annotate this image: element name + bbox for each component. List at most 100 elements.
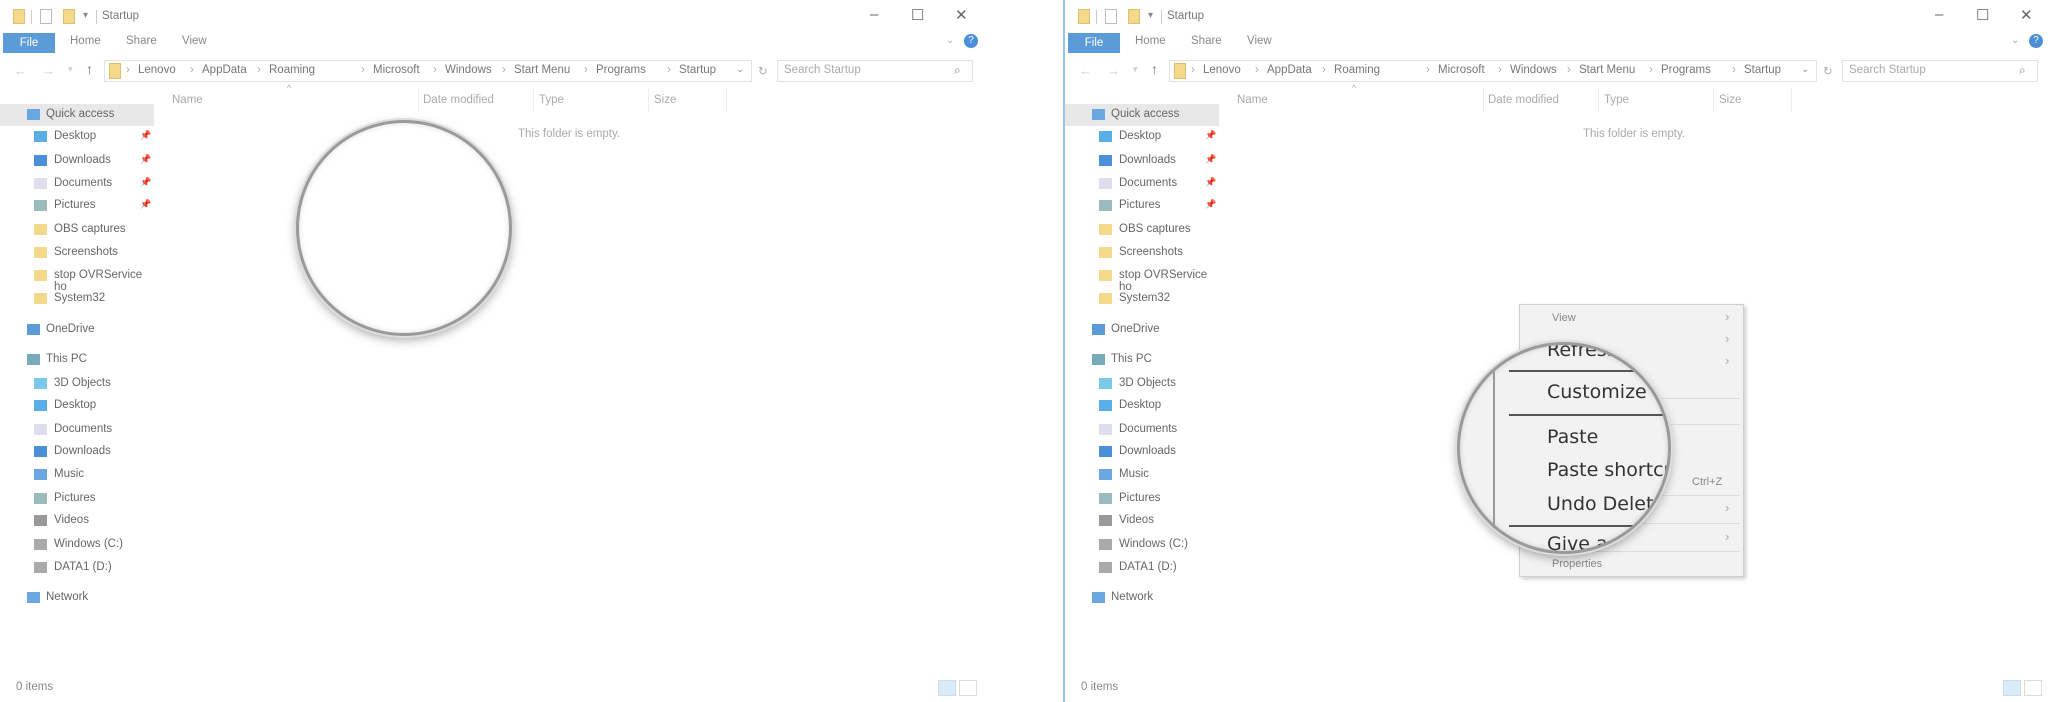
sidebar-item[interactable]: OBS captures: [0, 219, 154, 241]
address-dropdown-icon[interactable]: ⌄: [1801, 64, 1809, 75]
chevron-right-icon[interactable]: ›: [1426, 64, 1430, 76]
refresh-icon[interactable]: ↻: [758, 64, 768, 78]
pin-icon[interactable]: 📌: [1205, 199, 1216, 210]
chevron-right-icon[interactable]: ›: [257, 64, 261, 76]
column-header-size[interactable]: Size: [654, 94, 676, 106]
expand-ribbon-icon[interactable]: ⌄: [946, 35, 954, 46]
breadcrumb-item[interactable]: Lenovo: [1203, 64, 1241, 76]
pin-icon[interactable]: 📌: [1205, 154, 1216, 165]
sidebar-item[interactable]: System32: [1065, 288, 1219, 310]
up-button[interactable]: ↑: [1151, 61, 1158, 77]
sidebar-item[interactable]: Screenshots: [1065, 242, 1219, 264]
chevron-right-icon[interactable]: ›: [361, 64, 365, 76]
sidebar-item[interactable]: Network: [1065, 587, 1219, 609]
chevron-right-icon[interactable]: ›: [1567, 64, 1571, 76]
pin-icon[interactable]: 📌: [140, 154, 151, 165]
sidebar-item[interactable]: Videos: [0, 510, 154, 532]
chevron-right-icon[interactable]: ›: [584, 64, 588, 76]
sidebar-item[interactable]: Pictures 📌: [0, 195, 154, 217]
sidebar-item[interactable]: OneDrive: [0, 319, 154, 341]
tab-file[interactable]: File: [3, 33, 55, 53]
breadcrumb-item[interactable]: Roaming: [1334, 64, 1380, 76]
breadcrumb-item[interactable]: Lenovo: [138, 64, 176, 76]
minimize-button[interactable]: –: [1935, 6, 1943, 23]
sidebar-item[interactable]: Documents 📌: [0, 173, 154, 195]
chevron-right-icon[interactable]: ›: [1191, 64, 1195, 76]
customize-toolbar-icon[interactable]: ▾: [1148, 10, 1153, 21]
tab-view[interactable]: View: [1247, 35, 1272, 47]
sidebar-item[interactable]: DATA1 (D:): [0, 557, 154, 579]
forward-button[interactable]: →: [1107, 63, 1120, 78]
back-button[interactable]: ←: [14, 63, 27, 78]
menu-item-view[interactable]: View: [1552, 312, 1576, 324]
chevron-right-icon[interactable]: ›: [502, 64, 506, 76]
customize-toolbar-icon[interactable]: ▾: [83, 10, 88, 21]
maximize-button[interactable]: ☐: [911, 6, 924, 24]
chevron-right-icon[interactable]: ›: [1322, 64, 1326, 76]
breadcrumb-item[interactable]: Start Menu: [514, 64, 570, 76]
recent-locations-icon[interactable]: ▾: [1133, 64, 1138, 75]
help-icon[interactable]: ?: [964, 34, 978, 48]
sidebar-item[interactable]: Downloads 📌: [0, 150, 154, 172]
sidebar-item[interactable]: Documents 📌: [1065, 173, 1219, 195]
breadcrumb-item[interactable]: Programs: [1661, 64, 1711, 76]
menu-item-paste-shortcut[interactable]: Paste shortcut: [1547, 459, 1668, 481]
column-header-type[interactable]: Type: [539, 94, 564, 106]
sidebar-item[interactable]: Pictures 📌: [1065, 195, 1219, 217]
sidebar-item[interactable]: Quick access: [1065, 104, 1219, 126]
menu-item-paste[interactable]: Paste: [1547, 426, 1598, 448]
sidebar-item[interactable]: Network: [0, 587, 154, 609]
sidebar-item[interactable]: OneDrive: [1065, 319, 1219, 341]
tab-share[interactable]: Share: [1191, 35, 1222, 47]
sidebar-item[interactable]: DATA1 (D:): [1065, 557, 1219, 579]
sidebar-item[interactable]: Pictures: [0, 488, 154, 510]
sidebar-item[interactable]: Pictures: [1065, 488, 1219, 510]
breadcrumb-item[interactable]: Startup: [679, 64, 716, 76]
breadcrumb-item[interactable]: Microsoft: [1438, 64, 1485, 76]
search-input[interactable]: Search Startup: [777, 60, 973, 82]
breadcrumb-item[interactable]: Windows: [445, 64, 492, 76]
menu-item-give-access[interactable]: Give access to: [1547, 533, 1668, 551]
sidebar-item[interactable]: Windows (C:): [0, 534, 154, 556]
sidebar-item[interactable]: Quick access: [0, 104, 154, 126]
sidebar-item[interactable]: Documents: [1065, 419, 1219, 441]
menu-item-properties[interactable]: Properties: [1552, 558, 1602, 570]
large-icons-view-button[interactable]: [959, 680, 977, 696]
up-button[interactable]: ↑: [86, 61, 93, 77]
tab-home[interactable]: Home: [70, 35, 101, 47]
column-header-date-modified[interactable]: Date modified: [1488, 94, 1559, 106]
column-header-type[interactable]: Type: [1604, 94, 1629, 106]
sidebar-item[interactable]: Downloads: [0, 441, 154, 463]
sidebar-item[interactable]: Desktop 📌: [1065, 126, 1219, 148]
menu-item-undo-delete[interactable]: Undo Delete: [1547, 493, 1665, 515]
breadcrumb-item[interactable]: AppData: [202, 64, 247, 76]
chevron-right-icon[interactable]: ›: [1498, 64, 1502, 76]
menu-item-customize[interactable]: Customize this folder...: [1547, 381, 1668, 403]
chevron-right-icon[interactable]: ›: [190, 64, 194, 76]
large-icons-view-button[interactable]: [2024, 680, 2042, 696]
forward-button[interactable]: →: [42, 63, 55, 78]
recent-locations-icon[interactable]: ▾: [68, 64, 73, 75]
breadcrumb-item[interactable]: Programs: [596, 64, 646, 76]
chevron-right-icon[interactable]: ›: [433, 64, 437, 76]
chevron-right-icon[interactable]: ›: [126, 64, 130, 76]
tab-share[interactable]: Share: [126, 35, 157, 47]
breadcrumb-item[interactable]: Start Menu: [1579, 64, 1635, 76]
sidebar-item[interactable]: 3D Objects: [1065, 373, 1219, 395]
sidebar-item[interactable]: Downloads: [1065, 441, 1219, 463]
pin-icon[interactable]: 📌: [140, 130, 151, 141]
breadcrumb-item[interactable]: Windows: [1510, 64, 1557, 76]
sidebar-item[interactable]: Music: [1065, 464, 1219, 486]
sidebar-item[interactable]: This PC: [0, 349, 154, 371]
help-icon[interactable]: ?: [2029, 34, 2043, 48]
sidebar-item[interactable]: OBS captures: [1065, 219, 1219, 241]
sidebar-item[interactable]: 3D Objects: [0, 373, 154, 395]
close-button[interactable]: ✕: [955, 6, 968, 24]
sidebar-item[interactable]: Desktop 📌: [0, 126, 154, 148]
sidebar-item[interactable]: stop OVRService ho: [0, 265, 154, 293]
sidebar-item[interactable]: Screenshots: [0, 242, 154, 264]
minimize-button[interactable]: –: [870, 6, 878, 23]
column-header-date-modified[interactable]: Date modified: [423, 94, 494, 106]
refresh-icon[interactable]: ↻: [1823, 64, 1833, 78]
sidebar-item[interactable]: Videos: [1065, 510, 1219, 532]
